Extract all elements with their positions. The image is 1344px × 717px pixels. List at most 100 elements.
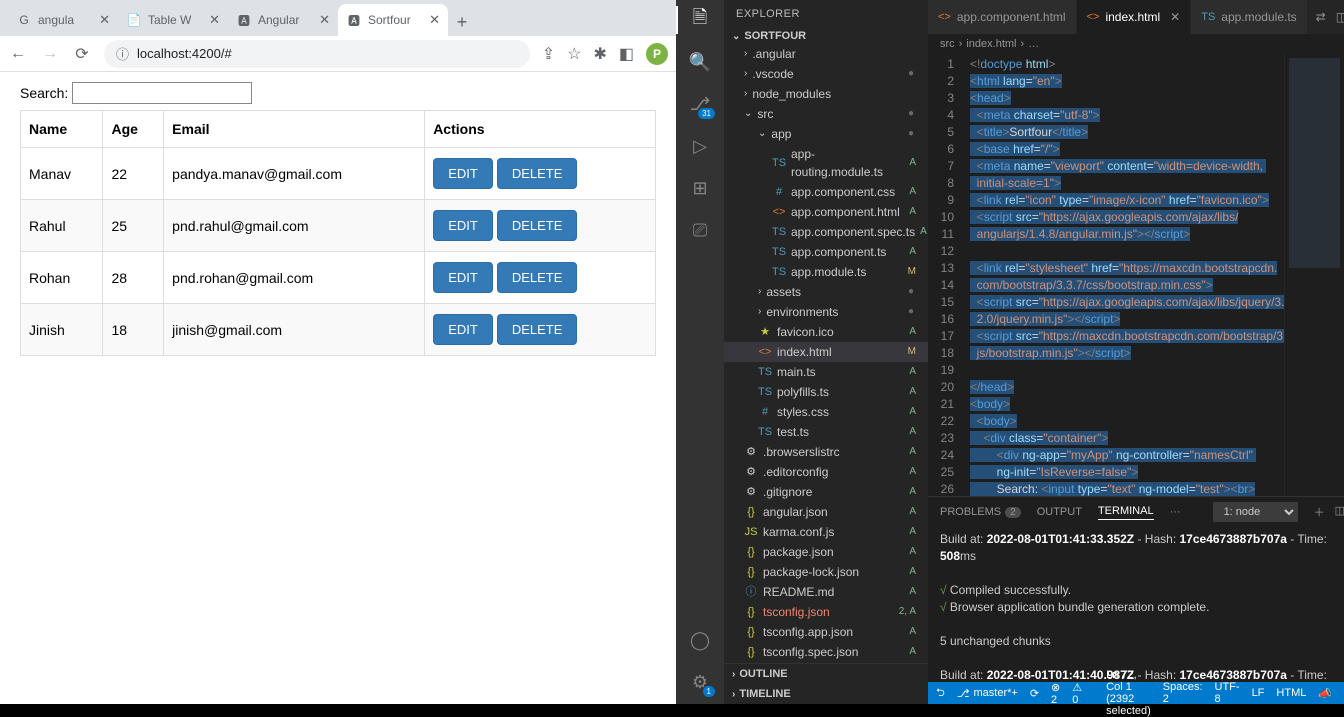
close-tab-icon[interactable]: ✕: [209, 12, 220, 28]
file-item[interactable]: ★favicon.icoA: [724, 322, 928, 342]
file-item[interactable]: {}tsconfig.app.jsonA: [724, 622, 928, 642]
breadcrumb-item[interactable]: …: [1028, 38, 1039, 50]
delete-button[interactable]: DELETE: [497, 262, 578, 293]
file-item[interactable]: TSpolyfills.tsA: [724, 382, 928, 402]
edit-button[interactable]: EDIT: [433, 262, 493, 293]
remote-icon[interactable]: ⎚: [688, 218, 712, 242]
errors-status[interactable]: ⊗ 2: [1051, 681, 1060, 706]
close-tab-icon[interactable]: ✕: [1170, 10, 1180, 24]
cursor-status[interactable]: Ln 72, Col 1 (2392 selected): [1106, 669, 1151, 717]
eol-status[interactable]: LF: [1252, 687, 1265, 699]
remote-status[interactable]: ⮌: [936, 684, 945, 703]
file-item[interactable]: TSapp.module.tsM: [724, 262, 928, 282]
search-icon[interactable]: 🔍: [688, 50, 712, 74]
minimap[interactable]: [1284, 54, 1344, 496]
breadcrumb[interactable]: src › index.html › …: [928, 34, 1344, 54]
file-item[interactable]: TStest.tsA: [724, 422, 928, 442]
edit-button[interactable]: EDIT: [433, 210, 493, 241]
file-item[interactable]: {}angular.jsonA: [724, 502, 928, 522]
extensions-panel-icon[interactable]: ⊞: [688, 176, 712, 200]
address-bar[interactable]: ⓘ localhost:4200/#: [104, 40, 530, 68]
file-item[interactable]: #styles.cssA: [724, 402, 928, 422]
folder-item[interactable]: ›.vscode●: [724, 64, 928, 84]
file-item[interactable]: ⓘREADME.mdA: [724, 582, 928, 602]
editor-tab[interactable]: <>app.component.html: [928, 0, 1077, 34]
terminal-select[interactable]: 1: node: [1213, 502, 1298, 522]
editor[interactable]: 1234567891011121314151617181920212223242…: [928, 54, 1344, 496]
folder-item[interactable]: ›assets●: [724, 282, 928, 302]
editor-tab[interactable]: <>index.html✕: [1077, 0, 1192, 34]
file-item[interactable]: TSapp.component.spec.tsA: [724, 222, 928, 242]
browser-tab[interactable]: Gangula✕: [8, 4, 118, 36]
sync-status[interactable]: ⟳: [1030, 687, 1039, 700]
folder-item[interactable]: ⌄app●: [724, 124, 928, 144]
project-header[interactable]: ⌄SORTFOUR: [724, 28, 928, 44]
delete-button[interactable]: DELETE: [497, 210, 578, 241]
compare-icon[interactable]: ⇄: [1316, 10, 1326, 24]
edit-button[interactable]: EDIT: [433, 158, 493, 189]
terminal-output[interactable]: Build at: 2022-08-01T01:41:33.352Z - Has…: [928, 527, 1344, 682]
delete-button[interactable]: DELETE: [497, 314, 578, 345]
column-header[interactable]: Age: [103, 111, 164, 148]
site-info-icon[interactable]: ⓘ: [116, 44, 129, 63]
scm-icon[interactable]: ⎇31: [688, 92, 712, 116]
outline-section[interactable]: ›OUTLINE: [724, 664, 928, 684]
encoding-status[interactable]: UTF-8: [1215, 681, 1240, 705]
debug-icon[interactable]: ▷: [688, 134, 712, 158]
explorer-icon[interactable]: 🗎: [688, 8, 712, 32]
file-item[interactable]: TSapp.component.tsA: [724, 242, 928, 262]
file-item[interactable]: ⚙.browserslistrcA: [724, 442, 928, 462]
delete-button[interactable]: DELETE: [497, 158, 578, 189]
split-terminal-icon[interactable]: ◫: [1335, 504, 1344, 520]
forward-button[interactable]: →: [40, 44, 60, 64]
search-input[interactable]: [72, 82, 252, 104]
file-item[interactable]: {}tsconfig.json2, A: [724, 602, 928, 622]
file-item[interactable]: ⚙.gitignoreA: [724, 482, 928, 502]
extensions-icon[interactable]: ✱: [593, 44, 606, 64]
file-item[interactable]: JSkarma.conf.jsA: [724, 522, 928, 542]
column-header[interactable]: Name: [21, 111, 103, 148]
browser-tab[interactable]: 📄Table W✕: [118, 4, 228, 36]
timeline-section[interactable]: ›TIMELINE: [724, 684, 928, 704]
sidepanel-icon[interactable]: ◧: [619, 44, 634, 64]
close-tab-icon[interactable]: ✕: [99, 12, 110, 28]
breadcrumb-item[interactable]: index.html: [966, 38, 1016, 50]
browser-tab[interactable]: 🅰Angular✕: [228, 4, 338, 36]
problems-tab[interactable]: PROBLEMS2: [940, 506, 1021, 518]
warnings-status[interactable]: ⚠ 0: [1072, 681, 1082, 706]
file-item[interactable]: {}package-lock.jsonA: [724, 562, 928, 582]
file-item[interactable]: {}tsconfig.spec.jsonA: [724, 642, 928, 662]
folder-item[interactable]: ⌄src●: [724, 104, 928, 124]
panel-more[interactable]: ···: [1170, 506, 1181, 518]
reload-button[interactable]: ⟳: [72, 44, 92, 64]
file-item[interactable]: TSapp-routing.module.tsA: [724, 144, 928, 182]
new-tab-button[interactable]: +: [448, 8, 476, 36]
file-item[interactable]: <>index.htmlM: [724, 342, 928, 362]
edit-button[interactable]: EDIT: [433, 314, 493, 345]
account-icon[interactable]: ◯: [688, 628, 712, 652]
file-item[interactable]: ⚙.editorconfigA: [724, 462, 928, 482]
editor-tab[interactable]: TSapp.module.ts: [1191, 0, 1307, 34]
back-button[interactable]: ←: [8, 44, 28, 64]
share-icon[interactable]: ⇪: [542, 44, 555, 64]
lang-status[interactable]: HTML: [1276, 687, 1306, 699]
file-item[interactable]: <>app.component.htmlA: [724, 202, 928, 222]
breadcrumb-item[interactable]: src: [940, 38, 955, 50]
feedback-icon[interactable]: 📣: [1318, 687, 1332, 700]
output-tab[interactable]: OUTPUT: [1037, 506, 1082, 518]
folder-item[interactable]: ›.angular: [724, 44, 928, 64]
branch-status[interactable]: ⎇ master*+: [957, 687, 1018, 700]
bookmark-icon[interactable]: ☆: [567, 44, 581, 64]
split-editor-icon[interactable]: ◫: [1336, 10, 1344, 24]
file-item[interactable]: TSmain.tsA: [724, 362, 928, 382]
code-content[interactable]: <!doctype html><html lang="en"><head> <m…: [962, 54, 1284, 496]
folder-item[interactable]: ›node_modules: [724, 84, 928, 104]
settings-gear-icon[interactable]: ⚙1: [688, 670, 712, 694]
file-item[interactable]: #app.component.cssA: [724, 182, 928, 202]
close-tab-icon[interactable]: ✕: [319, 12, 330, 28]
file-item[interactable]: {}package.jsonA: [724, 542, 928, 562]
profile-avatar[interactable]: P: [646, 43, 668, 65]
new-terminal-icon[interactable]: ＋: [1314, 504, 1325, 520]
column-header[interactable]: Actions: [425, 111, 656, 148]
browser-tab[interactable]: 🅰Sortfour✕: [338, 4, 448, 36]
